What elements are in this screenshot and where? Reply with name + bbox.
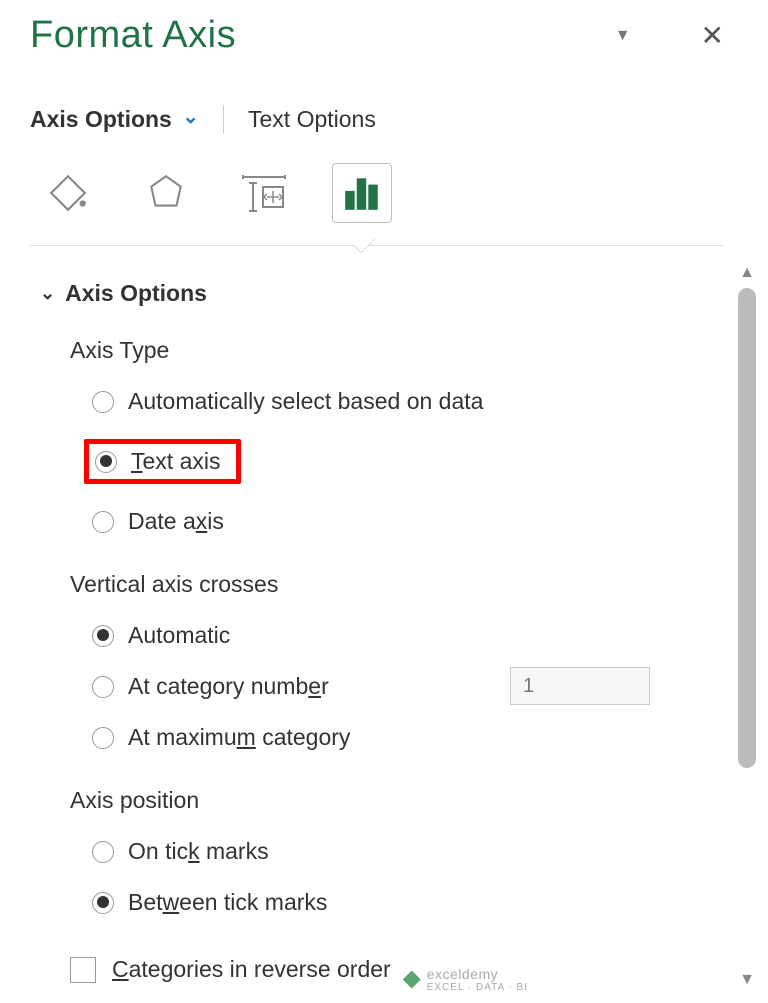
radio-date-axis[interactable]: Date axis xyxy=(92,508,724,535)
tab-text-options[interactable]: Text Options xyxy=(248,106,376,133)
chevron-down-icon: ⌄ xyxy=(40,283,55,304)
pane-header: Format Axis ▼ ✕ xyxy=(30,14,764,57)
content-area: ⌄ Axis Options Axis Type Automatically s… xyxy=(30,264,764,1003)
radio-between-tick-marks-label: Between tick marks xyxy=(128,889,327,916)
section-axis-options-label: Axis Options xyxy=(65,280,207,307)
scroll-thumb[interactable] xyxy=(738,288,756,768)
axis-type-label: Axis Type xyxy=(70,337,724,364)
radio-auto-label: Automatically select based on data xyxy=(128,388,483,415)
highlight-annotation: Text axis xyxy=(84,439,241,484)
scrollbar[interactable]: ▲ ▼ xyxy=(730,264,764,1003)
size-properties-icon[interactable] xyxy=(234,163,294,223)
chevron-down-icon: ⌄ xyxy=(182,104,199,129)
radio-between-tick-marks[interactable]: Between tick marks xyxy=(92,889,724,916)
radio-date-axis-label: Date axis xyxy=(128,508,224,535)
radio-on-tick-marks[interactable]: On tick marks xyxy=(92,838,724,865)
axis-options-icon[interactable] xyxy=(332,163,392,223)
radio-icon[interactable] xyxy=(92,892,114,914)
watermark: exceldemy EXCEL · DATA · BI xyxy=(403,966,528,993)
pane-title: Format Axis xyxy=(30,14,236,57)
section-axis-options-header[interactable]: ⌄ Axis Options xyxy=(40,280,724,307)
checkbox-reverse-order[interactable]: Categories in reverse order xyxy=(70,956,724,983)
tab-axis-options-label: Axis Options xyxy=(30,106,172,132)
checkbox-reverse-order-label: Categories in reverse order xyxy=(112,956,391,983)
radio-icon[interactable] xyxy=(92,511,114,533)
watermark-text: exceldemy EXCEL · DATA · BI xyxy=(427,966,528,993)
radio-on-tick-marks-label: On tick marks xyxy=(128,838,269,865)
radio-text-axis-label: Text axis xyxy=(131,448,220,475)
radio-icon[interactable] xyxy=(95,451,117,473)
watermark-sub: EXCEL · DATA · BI xyxy=(427,982,528,993)
radio-automatic[interactable]: Automatic xyxy=(92,622,724,649)
radio-at-category-number[interactable]: At category number xyxy=(92,673,724,700)
axis-type-group: Automatically select based on data Text … xyxy=(92,388,724,535)
radio-automatic-label: Automatic xyxy=(128,622,230,649)
fill-line-icon[interactable] xyxy=(38,163,98,223)
scroll-track[interactable] xyxy=(738,288,756,965)
radio-at-category-number-label: At category number xyxy=(128,673,329,700)
effects-icon[interactable] xyxy=(136,163,196,223)
pane-tabs: Axis Options ⌄ Text Options xyxy=(30,105,764,133)
axis-position-group: On tick marks Between tick marks xyxy=(92,838,724,916)
task-pane-options-icon[interactable]: ▼ xyxy=(615,27,631,45)
radio-icon[interactable] xyxy=(92,727,114,749)
tab-axis-options[interactable]: Axis Options ⌄ xyxy=(30,106,199,133)
radio-icon[interactable] xyxy=(92,676,114,698)
watermark-logo-icon xyxy=(403,971,421,989)
radio-icon[interactable] xyxy=(92,841,114,863)
scroll-body: ⌄ Axis Options Axis Type Automatically s… xyxy=(30,264,730,1003)
watermark-brand: exceldemy xyxy=(427,966,528,982)
radio-auto-select[interactable]: Automatically select based on data xyxy=(92,388,724,415)
active-tab-pointer xyxy=(353,231,376,254)
category-number-input[interactable] xyxy=(510,667,650,705)
radio-icon[interactable] xyxy=(92,625,114,647)
pane-header-controls: ▼ ✕ xyxy=(615,19,724,52)
format-axis-pane: Format Axis ▼ ✕ Axis Options ⌄ Text Opti… xyxy=(0,0,768,1003)
scroll-up-icon[interactable]: ▲ xyxy=(739,264,755,282)
radio-text-axis[interactable]: Text axis xyxy=(92,439,724,484)
vertical-axis-crosses-label: Vertical axis crosses xyxy=(70,571,724,598)
checkbox-icon[interactable] xyxy=(70,957,96,983)
radio-at-max-category-label: At maximum category xyxy=(128,724,350,751)
scroll-down-icon[interactable]: ▼ xyxy=(739,971,755,989)
tab-divider xyxy=(223,105,224,133)
close-icon[interactable]: ✕ xyxy=(701,19,724,52)
vertical-axis-crosses-group: Automatic At category number At maximum … xyxy=(92,622,724,751)
divider-line xyxy=(30,245,724,246)
radio-at-max-category[interactable]: At maximum category xyxy=(92,724,724,751)
radio-icon[interactable] xyxy=(92,391,114,413)
options-icon-row xyxy=(38,163,764,223)
axis-position-label: Axis position xyxy=(70,787,724,814)
